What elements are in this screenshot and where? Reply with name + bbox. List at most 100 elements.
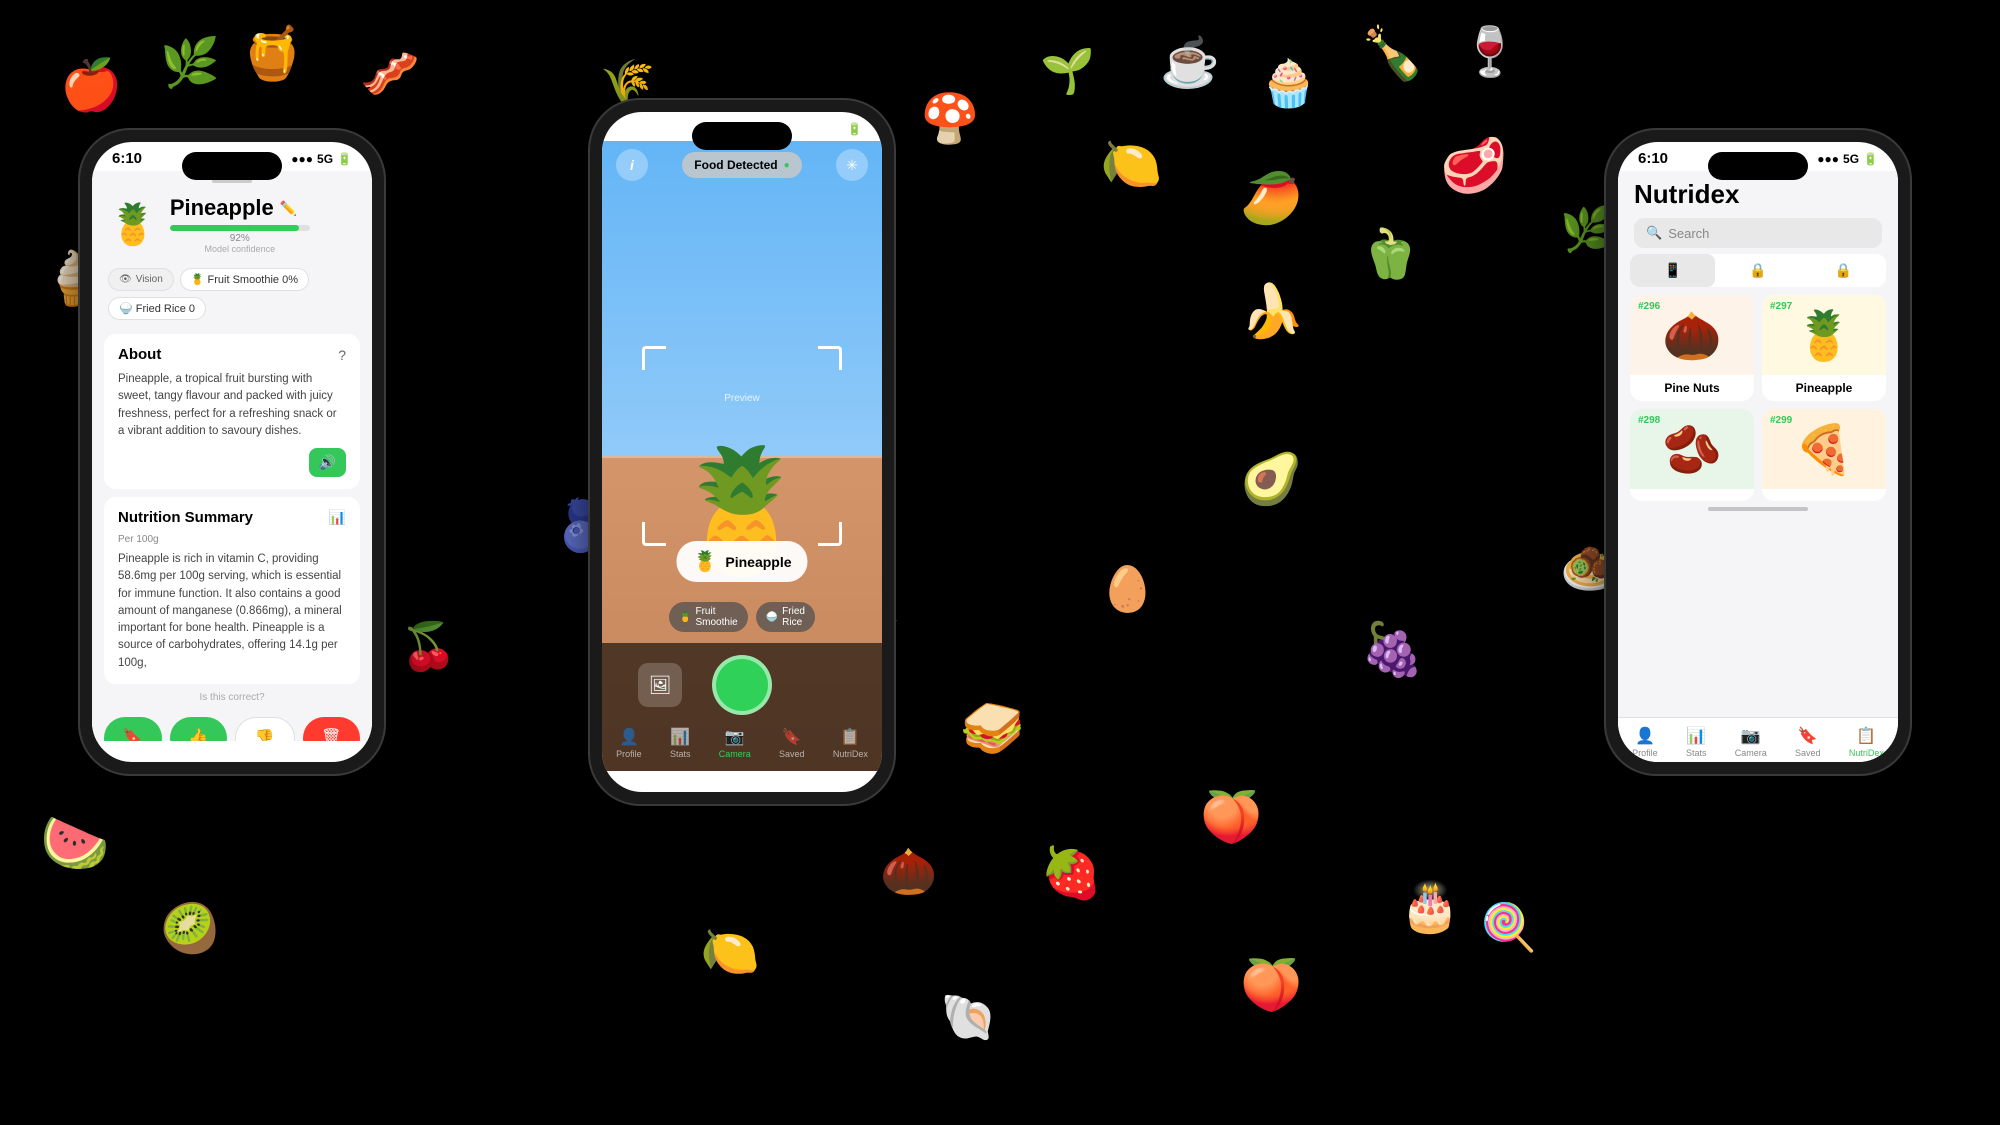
nutrition-per: Per 100g [118,534,346,545]
nutridex-tab-stats[interactable]: 📊 Stats [1686,726,1707,741]
food-card-pineapple[interactable]: #297 🍍 Pineapple [1762,295,1886,401]
signal-icon-2: ●●● [801,122,823,136]
info-button[interactable]: i [616,149,648,181]
nutridex-header: Nutridex 🔍 Search [1618,171,1898,254]
search-bar[interactable]: 🔍 Search [1634,218,1882,248]
saved-tab-label: Saved [779,749,805,759]
food-decoration: 🍾 [1360,23,1425,84]
signal-icon: ●●● [291,152,313,166]
scan-corner-tl [642,346,666,370]
tab-saved[interactable]: 🔖 Saved [779,727,805,759]
phone1-screen: 6:10 ●●● 5G 🔋 🍍 Pineapple ✏️ [92,142,372,762]
scan-corner-tr [818,346,842,370]
food-decoration: 🥚 [1100,563,1155,615]
tab-profile[interactable]: 👤 Profile [616,727,642,759]
dynamic-island-1 [182,152,282,180]
food-decoration: 🍎 [60,56,122,115]
food-card-299[interactable]: #299 🍕 [1762,409,1886,501]
scan-frame [642,346,842,546]
nutridex-content: Nutridex 🔍 Search 📱 🔒 🔒 #296 [1618,171,1898,741]
dynamic-island-3 [1708,152,1808,180]
nutrition-text: Pineapple is rich in vitamin C, providin… [118,551,346,672]
tab-stats[interactable]: 📊 Stats [670,727,691,759]
camera-tab-bar: 👤 Profile 📊 Stats 📷 Camera 🔖 [602,723,882,763]
delete-button[interactable]: 🗑 [303,717,361,741]
nutridex-tab-nutridex[interactable]: 📋 NutriDex [1849,726,1884,741]
food-decoration: 🧁 [1260,56,1317,111]
thumbdown-button[interactable]: 👎 [235,717,295,741]
food-card-number-298: #298 [1638,415,1660,426]
home-indicator-3 [1708,507,1808,511]
food-299-name [1762,489,1886,501]
network-label-2: 5G [827,122,843,136]
food-card-298[interactable]: #298 🫘 [1630,409,1754,501]
audio-btn-wrap: 🔊 [118,448,346,477]
gallery-button[interactable]: 🖼 [638,663,682,707]
food-decoration: 🍯 [240,23,305,84]
food-decoration: 🫑 [1360,225,1420,282]
alt-emoji-2: 🍚 [766,612,778,623]
food-decoration: 🍇 [1360,619,1425,680]
food-decoration: 🌰 [880,844,937,899]
confidence-label: 92% [170,233,310,244]
signal-icon-3: ●●● [1817,152,1839,166]
phone1-status-icons: ●●● 5G 🔋 [291,152,352,166]
food-decoration: ☕ [1160,34,1220,91]
food-detected-label: Food Detected [694,158,777,172]
camera-view: i Food Detected ● ✳ Preview [602,141,882,771]
camera-bottom: 🖼 👤 Profile 📊 Stats [602,643,882,771]
detection-popup[interactable]: 🍍 Pineapple [676,541,807,582]
pineapple-name: Pineapple [1762,375,1886,401]
tab-camera[interactable]: 📷 Camera [719,727,751,759]
nutridex-tab-camera[interactable]: 📷 Camera [1735,726,1767,741]
camera-tab-label: Camera [719,749,751,759]
filter-tab-1[interactable]: 📱 [1630,254,1715,287]
food-grid: #296 🌰 Pine Nuts #297 🍍 Pineapple #298 🫘 [1618,295,1898,501]
food-decoration: 🥑 [1240,450,1302,509]
bookmark-button[interactable]: 🔖 [104,717,162,741]
tag-fruit-smoothie[interactable]: 🍍 Fruit Smoothie 0% [180,268,309,291]
phone2-status-bar: 6:10 ●●● 5G 🔋 [602,112,882,141]
thumbup-button[interactable]: 👍 [170,717,228,741]
tag-fried-rice[interactable]: 🍚 Fried Rice 0 [108,297,206,320]
shutter-button[interactable] [712,655,772,715]
nutridex-tab-bar: 👤 Profile 📊 Stats 📷 Camera 🔖 Saved [1618,717,1898,741]
stats-tab-label: Stats [670,749,691,759]
alt-fruit-smoothie[interactable]: 🍍 Fruit Smoothie [669,602,748,632]
food-298-name [1630,489,1754,501]
nutridex-profile-icon: 👤 [1635,726,1655,741]
edit-icon[interactable]: ✏️ [280,200,297,217]
food-decoration: 🍭 [1480,900,1537,955]
tag-vision[interactable]: 👁 Vision [108,268,174,291]
detected-food-name: Pineapple [725,554,791,570]
food-detected-badge: Food Detected ● [682,152,801,178]
model-confidence-text: Model confidence [170,244,310,254]
alt-label-1: Fruit Smoothie [695,606,737,628]
nutridex-tab-profile[interactable]: 👤 Profile [1632,726,1658,741]
profile-tab-label: Profile [616,749,642,759]
alt-fried-rice[interactable]: 🍚 Fried Rice [756,602,815,632]
phone1-time: 6:10 [112,150,142,167]
nutridex-tab-saved[interactable]: 🔖 Saved [1795,726,1821,741]
flash-button[interactable]: ✳ [836,149,868,181]
chart-icon[interactable]: 📊 [329,509,346,526]
about-help-icon[interactable]: ? [338,347,346,363]
food-detected-dot: ● [784,160,790,171]
food-card-pine-nuts[interactable]: #296 🌰 Pine Nuts [1630,295,1754,401]
stats-tab-icon: 📊 [670,727,690,747]
nutrition-card: Nutrition Summary 📊 Per 100g Pineapple i… [104,497,360,684]
food-card-number-299: #299 [1770,415,1792,426]
phone3-screen: 6:10 ●●● 5G 🔋 Nutridex 🔍 Search [1618,142,1898,762]
tab-nutridex[interactable]: 📋 NutriDex [833,727,868,759]
audio-button[interactable]: 🔊 [309,448,346,477]
phone2-time: 6:10 [622,120,652,137]
nutridex-tab-icon: 📋 [840,727,860,747]
vision-icon: 👁 [119,274,132,285]
food-decoration: 🍑 [1200,788,1262,847]
about-card: About ? Pineapple, a tropical fruit burs… [104,334,360,489]
food-decoration: 🍓 [1040,844,1102,903]
filter-tab-2[interactable]: 🔒 [1715,254,1800,287]
phone3-container: 6:10 ●●● 5G 🔋 Nutridex 🔍 Search [1606,130,1910,774]
filter-tab-3[interactable]: 🔒 [1801,254,1886,287]
food-decoration: 🍉 [40,810,110,876]
